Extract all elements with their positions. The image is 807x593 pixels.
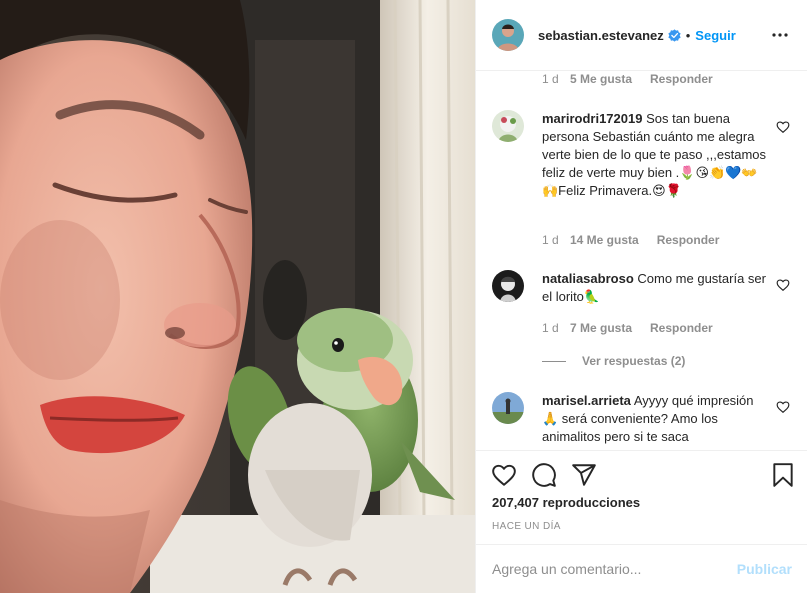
comment-time: 1 d (542, 321, 559, 335)
follow-button[interactable]: Seguir (695, 28, 735, 43)
commenter-avatar[interactable] (492, 392, 524, 424)
commenter-avatar[interactable] (492, 270, 524, 302)
heart-icon[interactable] (491, 462, 517, 488)
comment-text-block: nataliasabroso Como me gustaría ser el l… (542, 270, 767, 306)
verified-badge-icon (668, 28, 681, 42)
view-count[interactable]: 207,407 reproducciones (492, 495, 640, 510)
list-item: nataliasabroso Como me gustaría ser el l… (492, 270, 792, 310)
author-username[interactable]: sebastian.estevanez (538, 28, 664, 43)
like-comment-heart-icon[interactable] (776, 278, 790, 292)
commenter-username[interactable]: marirodri172019 (542, 111, 642, 126)
view-replies-label: Ver respuestas (2) (582, 354, 686, 368)
author-avatar[interactable] (492, 19, 524, 51)
post-header: sebastian.estevanez • Seguir (476, 0, 807, 71)
replies-divider-line (542, 360, 566, 362)
comment-likes[interactable]: 14 Me gusta (570, 233, 639, 247)
header-separator: • (685, 27, 691, 43)
comment-meta: 1 d 14 Me gusta Responder (542, 233, 719, 247)
commenter-avatar[interactable] (492, 110, 524, 142)
comment-likes[interactable]: 7 Me gusta (570, 321, 632, 335)
bookmark-icon[interactable] (770, 462, 796, 488)
video-frame-image (0, 0, 475, 593)
post-timestamp[interactable]: HACE UN DÍA (492, 521, 561, 532)
more-options-icon[interactable] (768, 23, 792, 47)
list-item: marisel.arrieta Ayyyy qué impresión🙏 ser… (492, 392, 792, 450)
comment-meta: 1 d 7 Me gusta Responder (542, 321, 713, 335)
reply-button[interactable]: Responder (650, 321, 713, 335)
comment-icon[interactable] (531, 462, 557, 488)
comment-likes[interactable]: 5 Me gusta (570, 72, 632, 86)
comment-text-block: marisel.arrieta Ayyyy qué impresión🙏 ser… (542, 392, 767, 446)
list-item: marirodri172019 Sos tan buena persona Se… (492, 110, 792, 230)
reply-button[interactable]: Responder (657, 233, 720, 247)
post-actions: 207,407 reproducciones HACE UN DÍA (476, 450, 807, 544)
comment-text-block: marirodri172019 Sos tan buena persona Se… (542, 110, 767, 200)
publish-button[interactable]: Publicar (737, 561, 792, 577)
post-video[interactable] (0, 0, 475, 593)
commenter-username[interactable]: nataliasabroso (542, 271, 634, 286)
comment-time: 1 d (542, 233, 559, 247)
comments-list[interactable]: 1 d 5 Me gusta Responder marirodri172019… (476, 72, 807, 450)
previous-comment-meta: 1 d 5 Me gusta Responder (542, 72, 713, 86)
reply-button[interactable]: Responder (650, 72, 713, 86)
add-comment-bar: Publicar (476, 544, 807, 593)
like-comment-heart-icon[interactable] (776, 120, 790, 134)
comment-time: 1 d (542, 72, 559, 86)
comment-input[interactable] (492, 561, 737, 577)
view-replies-button[interactable]: Ver respuestas (2) (542, 354, 685, 368)
share-icon[interactable] (571, 462, 597, 488)
like-comment-heart-icon[interactable] (776, 400, 790, 414)
commenter-username[interactable]: marisel.arrieta (542, 393, 631, 408)
post-side-panel: sebastian.estevanez • Seguir 1 d 5 Me gu… (475, 0, 807, 593)
